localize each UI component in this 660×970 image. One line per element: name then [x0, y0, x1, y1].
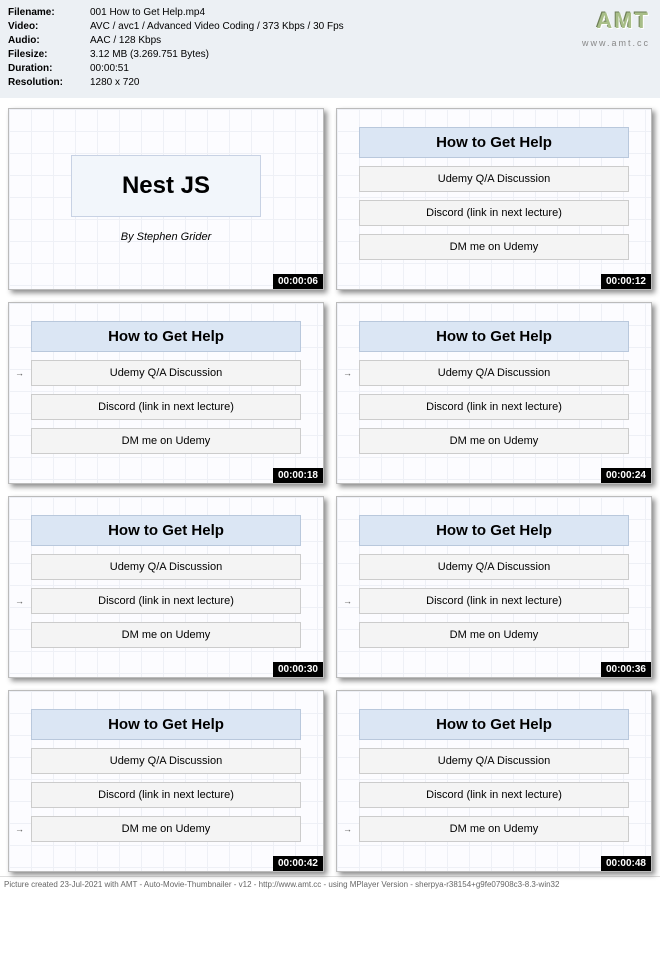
timestamp-badge: 00:00:42 — [273, 856, 323, 871]
timestamp-badge: 00:00:18 — [273, 468, 323, 483]
help-item-2: Discord (link in next lecture) — [31, 394, 301, 420]
timestamp-badge: 00:00:30 — [273, 662, 323, 677]
thumbnail-grid: Nest JS By Stephen Grider 00:00:06 How to G… — [0, 98, 660, 876]
file-info-panel: Filename: 001 How to Get Help.mp4 Video:… — [0, 0, 660, 98]
help-item-3: DM me on Udemy→ — [31, 816, 301, 842]
help-item-3: DM me on Udemy — [31, 428, 301, 454]
logo-text: AMT — [582, 6, 650, 37]
help-slide: How to Get Help Udemy Q/A Discussion→ Disc… — [9, 303, 323, 483]
help-item-3: DM me on Udemy — [359, 622, 629, 648]
timestamp-badge: 00:00:12 — [601, 274, 651, 289]
help-item-1: Udemy Q/A Discussion — [31, 748, 301, 774]
help-item-1: Udemy Q/A Discussion — [359, 554, 629, 580]
help-item-3: DM me on Udemy — [359, 428, 629, 454]
help-slide: How to Get Help Udemy Q/A Discussion→ Disc… — [337, 303, 651, 483]
help-header: How to Get Help — [359, 321, 629, 352]
help-header: How to Get Help — [31, 321, 301, 352]
pointer-arrow-icon: → — [15, 596, 24, 606]
info-row-video: Video: AVC / avc1 / Advanced Video Codin… — [8, 20, 652, 34]
timestamp-badge: 00:00:48 — [601, 856, 651, 871]
info-row-filename: Filename: 001 How to Get Help.mp4 — [8, 6, 652, 20]
course-title-box: Nest JS — [71, 155, 261, 217]
thumbnail-6: How to Get Help Udemy Q/A Discussion Disco… — [336, 496, 652, 678]
thumbnail-4: How to Get Help Udemy Q/A Discussion→ Disc… — [336, 302, 652, 484]
value-resolution: 1280 x 720 — [90, 76, 140, 90]
label-audio: Audio: — [8, 34, 90, 48]
value-duration: 00:00:51 — [90, 62, 129, 76]
timestamp-badge: 00:00:36 — [601, 662, 651, 677]
logo-url: www.amt.cc — [582, 37, 650, 50]
pointer-arrow-icon: → — [15, 824, 24, 834]
pointer-arrow-icon: → — [15, 368, 24, 378]
help-slide: How to Get Help Udemy Q/A Discussion Disco… — [337, 691, 651, 871]
pointer-arrow-icon: → — [343, 368, 352, 378]
info-row-audio: Audio: AAC / 128 Kbps — [8, 34, 652, 48]
title-slide: Nest JS By Stephen Grider — [9, 109, 323, 289]
help-item-2: Discord (link in next lecture) — [31, 782, 301, 808]
info-row-filesize: Filesize: 3.12 MB (3.269.751 Bytes) — [8, 48, 652, 62]
thumbnail-3: How to Get Help Udemy Q/A Discussion→ Disc… — [8, 302, 324, 484]
help-item-2: Discord (link in next lecture) — [359, 200, 629, 226]
amt-logo: AMT www.amt.cc — [582, 6, 650, 49]
info-row-duration: Duration: 00:00:51 — [8, 62, 652, 76]
label-resolution: Resolution: — [8, 76, 90, 90]
value-filesize: 3.12 MB (3.269.751 Bytes) — [90, 48, 209, 62]
help-slide: How to Get Help Udemy Q/A Discussion Disco… — [9, 497, 323, 677]
help-item-2: Discord (link in next lecture) — [359, 782, 629, 808]
help-header: How to Get Help — [359, 709, 629, 740]
help-item-2: Discord (link in next lecture) — [359, 394, 629, 420]
help-header: How to Get Help — [31, 709, 301, 740]
help-item-2: Discord (link in next lecture)→ — [359, 588, 629, 614]
help-item-3: DM me on Udemy→ — [359, 816, 629, 842]
help-slide: How to Get Help Udemy Q/A Discussion Disco… — [337, 109, 651, 289]
info-row-resolution: Resolution: 1280 x 720 — [8, 76, 652, 90]
thumbnail-1: Nest JS By Stephen Grider 00:00:06 — [8, 108, 324, 290]
thumbnail-5: How to Get Help Udemy Q/A Discussion Disco… — [8, 496, 324, 678]
help-item-1: Udemy Q/A Discussion — [359, 748, 629, 774]
label-duration: Duration: — [8, 62, 90, 76]
thumbnail-8: How to Get Help Udemy Q/A Discussion Disco… — [336, 690, 652, 872]
label-video: Video: — [8, 20, 90, 34]
thumbnail-2: How to Get Help Udemy Q/A Discussion Disco… — [336, 108, 652, 290]
help-header: How to Get Help — [359, 515, 629, 546]
timestamp-badge: 00:00:24 — [601, 468, 651, 483]
help-item-1: Udemy Q/A Discussion — [31, 554, 301, 580]
help-item-1: Udemy Q/A Discussion — [359, 166, 629, 192]
pointer-arrow-icon: → — [343, 596, 352, 606]
thumbnail-7: How to Get Help Udemy Q/A Discussion Disco… — [8, 690, 324, 872]
label-filename: Filename: — [8, 6, 90, 20]
timestamp-badge: 00:00:06 — [273, 274, 323, 289]
help-item-3: DM me on Udemy — [31, 622, 301, 648]
help-slide: How to Get Help Udemy Q/A Discussion Disco… — [9, 691, 323, 871]
course-author: By Stephen Grider — [121, 231, 212, 243]
value-filename: 001 How to Get Help.mp4 — [90, 6, 205, 20]
label-filesize: Filesize: — [8, 48, 90, 62]
help-header: How to Get Help — [31, 515, 301, 546]
help-item-2: Discord (link in next lecture)→ — [31, 588, 301, 614]
help-item-1: Udemy Q/A Discussion→ — [31, 360, 301, 386]
value-video: AVC / avc1 / Advanced Video Coding / 373… — [90, 20, 344, 34]
help-item-3: DM me on Udemy — [359, 234, 629, 260]
value-audio: AAC / 128 Kbps — [90, 34, 161, 48]
help-slide: How to Get Help Udemy Q/A Discussion Disco… — [337, 497, 651, 677]
footer-text: Picture created 23-Jul-2021 with AMT - A… — [0, 876, 660, 893]
pointer-arrow-icon: → — [343, 824, 352, 834]
help-header: How to Get Help — [359, 127, 629, 158]
help-item-1: Udemy Q/A Discussion→ — [359, 360, 629, 386]
